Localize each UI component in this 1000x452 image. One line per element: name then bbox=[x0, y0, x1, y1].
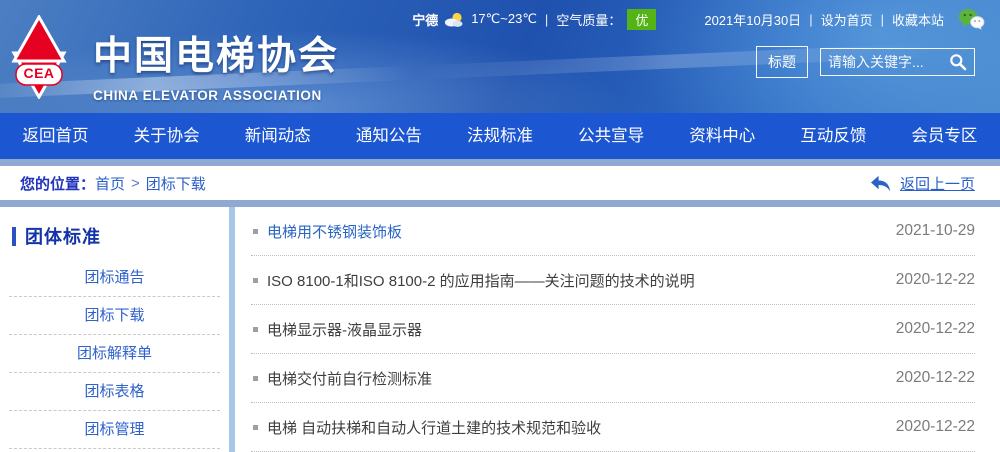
wechat-icon[interactable] bbox=[958, 8, 985, 30]
favorite-link[interactable]: 收藏本站 bbox=[892, 10, 944, 29]
list-item: 电梯交付前自行检测标准 2020-12-22 bbox=[251, 354, 975, 403]
search-category-button[interactable]: 标题 bbox=[756, 46, 808, 78]
sidebar-title-mark bbox=[12, 227, 16, 246]
sun-cloud-icon bbox=[443, 11, 465, 28]
current-date: 2021年10月30日 bbox=[704, 10, 801, 29]
document-date: 2020-12-22 bbox=[896, 320, 975, 338]
logo-cea-text: CEA bbox=[17, 65, 61, 81]
nav-item-home[interactable]: 返回首页 bbox=[0, 113, 111, 159]
search-input[interactable] bbox=[828, 54, 949, 70]
search-icon bbox=[949, 53, 967, 71]
nav-item-news[interactable]: 新闻动态 bbox=[222, 113, 333, 159]
sidebar-item-notices[interactable]: 团标通告 bbox=[9, 259, 220, 297]
header-info-bar: 宁德 17℃~23℃ | 空气质量： 优 2021年10月30日 | 设为首页 … bbox=[412, 8, 985, 30]
sidebar-item-management[interactable]: 团标管理 bbox=[9, 411, 220, 449]
nav-item-feedback[interactable]: 互动反馈 bbox=[778, 113, 889, 159]
list-item: 电梯 自动扶梯和自动人行道土建的技术规范和验收 2020-12-22 bbox=[251, 403, 975, 452]
list-item: ISO 8100-1和ISO 8100-2 的应用指南——关注问题的技术的说明 … bbox=[251, 256, 975, 305]
topbar-links: 2021年10月30日 | 设为首页 | 收藏本站 bbox=[704, 10, 944, 29]
search-box bbox=[820, 48, 975, 76]
divider-strip-bottom bbox=[0, 200, 1000, 207]
set-home-link[interactable]: 设为首页 bbox=[821, 10, 873, 29]
list-item: 电梯用不锈钢装饰板 2021-10-29 bbox=[251, 207, 975, 256]
site-title-group: 中国电梯协会 CHINA ELEVATOR ASSOCIATION bbox=[93, 25, 339, 103]
sidebar-menu: 团标通告 团标下载 团标解释单 团标表格 团标管理 bbox=[0, 259, 229, 449]
nav-item-about[interactable]: 关于协会 bbox=[111, 113, 222, 159]
weather-city: 宁德 bbox=[412, 10, 438, 29]
breadcrumb: 您的位置： 首页 > 团标下载 返回上一页 bbox=[0, 166, 1000, 200]
search-submit-button[interactable] bbox=[949, 53, 967, 71]
list-item: 电梯显示器-液晶显示器 2020-12-22 bbox=[251, 305, 975, 354]
bullet-icon bbox=[253, 229, 258, 234]
document-list: 电梯用不锈钢装饰板 2021-10-29 ISO 8100-1和ISO 8100… bbox=[235, 207, 1000, 452]
star-logo-icon bbox=[10, 15, 68, 99]
separator: | bbox=[545, 12, 548, 27]
site-subtitle: CHINA ELEVATOR ASSOCIATION bbox=[93, 88, 339, 103]
sidebar-item-downloads[interactable]: 团标下载 bbox=[9, 297, 220, 335]
nav-item-members[interactable]: 会员专区 bbox=[889, 113, 1000, 159]
sidebar-title: 团体标准 bbox=[25, 223, 101, 249]
page: CEA 中国电梯协会 CHINA ELEVATOR ASSOCIATION 宁德… bbox=[0, 0, 1000, 452]
sidebar-item-interpretations[interactable]: 团标解释单 bbox=[9, 335, 220, 373]
document-link[interactable]: 电梯用不锈钢装饰板 bbox=[267, 221, 882, 242]
nav-item-resources[interactable]: 资料中心 bbox=[667, 113, 778, 159]
document-date: 2020-12-22 bbox=[896, 418, 975, 436]
sidebar-item-forms[interactable]: 团标表格 bbox=[9, 373, 220, 411]
sidebar-header: 团体标准 bbox=[12, 223, 229, 249]
back-link[interactable]: 返回上一页 bbox=[900, 173, 975, 194]
back-group: 返回上一页 bbox=[869, 173, 975, 194]
main-nav: 返回首页 关于协会 新闻动态 通知公告 法规标准 公共宣导 资料中心 互动反馈 … bbox=[0, 113, 1000, 159]
bullet-icon bbox=[253, 425, 258, 430]
document-link[interactable]: ISO 8100-1和ISO 8100-2 的应用指南——关注问题的技术的说明 bbox=[267, 270, 882, 291]
weather-temp: 17℃~23℃ bbox=[471, 11, 537, 27]
divider-strip-top bbox=[0, 159, 1000, 166]
separator: | bbox=[881, 12, 884, 27]
nav-item-regulations[interactable]: 法规标准 bbox=[444, 113, 555, 159]
bullet-icon bbox=[253, 278, 258, 283]
separator: | bbox=[809, 12, 812, 27]
back-arrow-icon[interactable] bbox=[869, 174, 892, 193]
document-link[interactable]: 电梯交付前自行检测标准 bbox=[267, 368, 882, 389]
cea-logo: CEA bbox=[10, 15, 68, 99]
nav-item-advocacy[interactable]: 公共宣导 bbox=[556, 113, 667, 159]
air-quality-badge: 优 bbox=[627, 9, 656, 30]
breadcrumb-label: 您的位置： bbox=[20, 173, 95, 194]
breadcrumb-home-link[interactable]: 首页 bbox=[95, 173, 125, 194]
document-date: 2021-10-29 bbox=[896, 222, 975, 240]
header-search: 标题 bbox=[756, 46, 975, 78]
nav-item-notices[interactable]: 通知公告 bbox=[333, 113, 444, 159]
site-header: CEA 中国电梯协会 CHINA ELEVATOR ASSOCIATION 宁德… bbox=[0, 0, 1000, 113]
air-quality-label: 空气质量： bbox=[556, 10, 621, 29]
document-link[interactable]: 电梯显示器-液晶显示器 bbox=[267, 319, 882, 340]
bullet-icon bbox=[253, 327, 258, 332]
site-title: 中国电梯协会 bbox=[93, 25, 339, 81]
breadcrumb-current[interactable]: 团标下载 bbox=[146, 173, 206, 194]
document-date: 2020-12-22 bbox=[896, 271, 975, 289]
bullet-icon bbox=[253, 376, 258, 381]
document-link[interactable]: 电梯 自动扶梯和自动人行道土建的技术规范和验收 bbox=[267, 417, 882, 438]
sidebar: 团体标准 团标通告 团标下载 团标解释单 团标表格 团标管理 bbox=[0, 207, 229, 452]
document-date: 2020-12-22 bbox=[896, 369, 975, 387]
breadcrumb-separator: > bbox=[131, 175, 140, 192]
content-area: 团体标准 团标通告 团标下载 团标解释单 团标表格 团标管理 电梯用不锈钢装饰板… bbox=[0, 207, 1000, 452]
